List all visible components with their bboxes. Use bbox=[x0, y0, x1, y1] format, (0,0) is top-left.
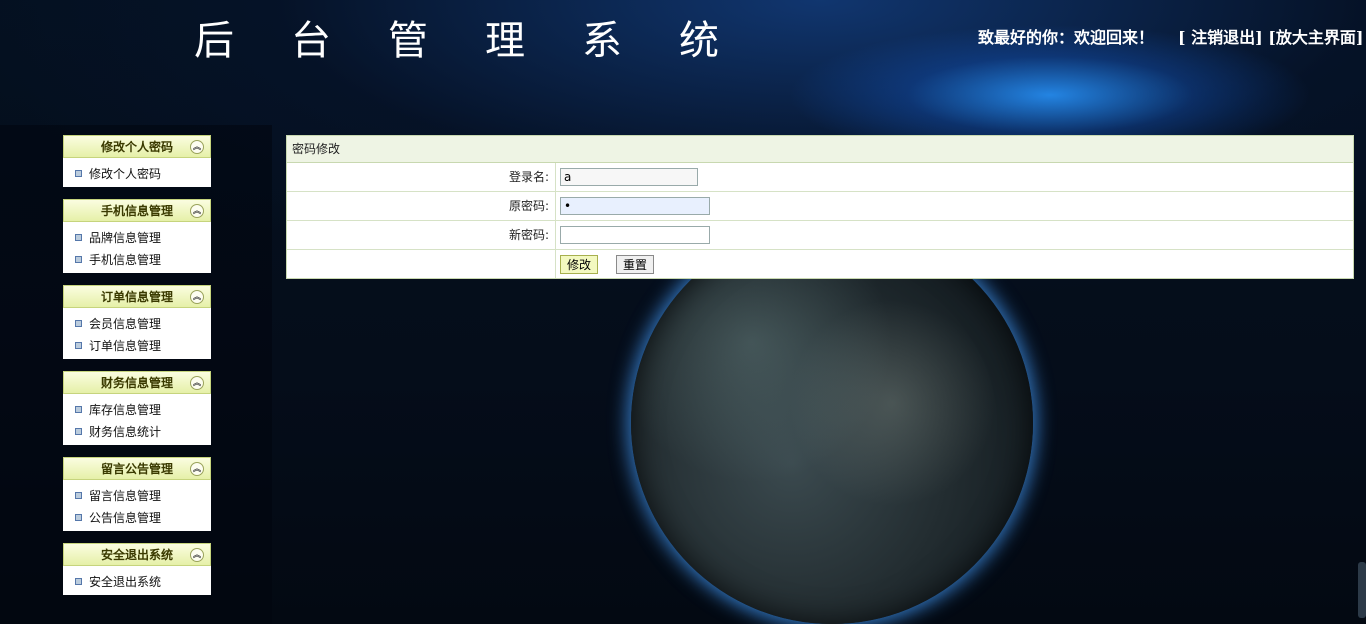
form-row-actions: 修改 重置 bbox=[287, 250, 1353, 278]
bullet-icon bbox=[75, 578, 82, 585]
new-password-input[interactable] bbox=[560, 226, 710, 244]
old-password-label: 原密码: bbox=[287, 192, 556, 220]
logout-link[interactable]: [ 注销退出] bbox=[1178, 28, 1263, 47]
menu-group-password: 修改个人密码 ︽ 修改个人密码 bbox=[63, 135, 211, 187]
sidebar-item-label: 会员信息管理 bbox=[89, 317, 162, 331]
sidebar-item-order[interactable]: 订单信息管理 bbox=[63, 335, 211, 357]
sidebar-menu: 修改个人密码 ︽ 修改个人密码 手机信息管理 ︽ 品牌信息管理 手机信息管理 订… bbox=[63, 135, 211, 607]
menu-group-title: 修改个人密码 bbox=[100, 140, 173, 154]
menu-group-exit: 安全退出系统 ︽ 安全退出系统 bbox=[63, 543, 211, 595]
bullet-icon bbox=[75, 234, 82, 241]
sidebar-item-change-password[interactable]: 修改个人密码 bbox=[63, 163, 211, 185]
scrollbar-thumb[interactable] bbox=[1358, 562, 1366, 618]
page-title: 后台管理系统 bbox=[194, 18, 776, 64]
sidebar-item-brand[interactable]: 品牌信息管理 bbox=[63, 227, 211, 249]
old-password-input[interactable] bbox=[560, 197, 710, 215]
menu-group-header[interactable]: 安全退出系统 ︽ bbox=[63, 543, 211, 566]
password-form-panel: 密码修改 登录名: 原密码: 新密码: 修改 重置 bbox=[286, 135, 1354, 279]
menu-group-title: 安全退出系统 bbox=[100, 548, 173, 562]
collapse-icon[interactable]: ︽ bbox=[190, 548, 204, 562]
panel-title: 密码修改 bbox=[287, 136, 1353, 163]
collapse-icon[interactable]: ︽ bbox=[190, 140, 204, 154]
sidebar-item-member[interactable]: 会员信息管理 bbox=[63, 313, 211, 335]
sidebar-item-finance-stats[interactable]: 财务信息统计 bbox=[63, 421, 211, 443]
header-links: [ 注销退出] [放大主界面] bbox=[1178, 24, 1363, 48]
form-row-username: 登录名: bbox=[287, 163, 1353, 192]
bullet-icon bbox=[75, 256, 82, 263]
menu-group-messages: 留言公告管理 ︽ 留言信息管理 公告信息管理 bbox=[63, 457, 211, 531]
sidebar-item-label: 修改个人密码 bbox=[89, 167, 162, 181]
bullet-icon bbox=[75, 170, 82, 177]
menu-group-title: 留言公告管理 bbox=[100, 462, 173, 476]
bullet-icon bbox=[75, 320, 82, 327]
collapse-icon[interactable]: ︽ bbox=[190, 462, 204, 476]
new-password-label: 新密码: bbox=[287, 221, 556, 249]
form-row-new-password: 新密码: bbox=[287, 221, 1353, 250]
planet-image bbox=[631, 222, 1033, 624]
menu-group-title: 财务信息管理 bbox=[100, 376, 173, 390]
sidebar-item-label: 手机信息管理 bbox=[89, 253, 162, 267]
bullet-icon bbox=[75, 406, 82, 413]
bullet-icon bbox=[75, 342, 82, 349]
sidebar-item-label: 留言信息管理 bbox=[89, 489, 162, 503]
sidebar-item-messages[interactable]: 留言信息管理 bbox=[63, 485, 211, 507]
welcome-message: 致最好的你：欢迎回来！ bbox=[978, 28, 1155, 47]
sidebar-item-label: 安全退出系统 bbox=[89, 575, 162, 589]
username-input[interactable] bbox=[560, 168, 698, 186]
enlarge-main-link[interactable]: [放大主界面] bbox=[1268, 28, 1363, 47]
sidebar-item-exit[interactable]: 安全退出系统 bbox=[63, 571, 211, 593]
menu-group-order: 订单信息管理 ︽ 会员信息管理 订单信息管理 bbox=[63, 285, 211, 359]
menu-group-header[interactable]: 财务信息管理 ︽ bbox=[63, 371, 211, 394]
reset-button[interactable]: 重置 bbox=[616, 254, 655, 274]
bullet-icon bbox=[75, 514, 82, 521]
collapse-icon[interactable]: ︽ bbox=[190, 290, 204, 304]
collapse-icon[interactable]: ︽ bbox=[190, 204, 204, 218]
sidebar-item-label: 财务信息统计 bbox=[89, 425, 162, 439]
form-row-old-password: 原密码: bbox=[287, 192, 1353, 221]
menu-group-header[interactable]: 留言公告管理 ︽ bbox=[63, 457, 211, 480]
actions-spacer bbox=[287, 250, 556, 278]
menu-group-finance: 财务信息管理 ︽ 库存信息管理 财务信息统计 bbox=[63, 371, 211, 445]
sidebar-item-notices[interactable]: 公告信息管理 bbox=[63, 507, 211, 529]
sidebar-item-phone[interactable]: 手机信息管理 bbox=[63, 249, 211, 271]
sidebar-item-label: 公告信息管理 bbox=[89, 511, 162, 525]
username-label: 登录名: bbox=[287, 163, 556, 191]
menu-group-header[interactable]: 手机信息管理 ︽ bbox=[63, 199, 211, 222]
menu-group-phone: 手机信息管理 ︽ 品牌信息管理 手机信息管理 bbox=[63, 199, 211, 273]
sidebar-item-inventory[interactable]: 库存信息管理 bbox=[63, 399, 211, 421]
sidebar-item-label: 品牌信息管理 bbox=[89, 231, 162, 245]
bullet-icon bbox=[75, 492, 82, 499]
bullet-icon bbox=[75, 428, 82, 435]
menu-group-title: 手机信息管理 bbox=[100, 204, 173, 218]
menu-group-header[interactable]: 订单信息管理 ︽ bbox=[63, 285, 211, 308]
menu-group-title: 订单信息管理 bbox=[100, 290, 173, 304]
submit-button[interactable]: 修改 bbox=[560, 254, 599, 274]
collapse-icon[interactable]: ︽ bbox=[190, 376, 204, 390]
menu-group-header[interactable]: 修改个人密码 ︽ bbox=[63, 135, 211, 158]
sidebar-item-label: 订单信息管理 bbox=[89, 339, 162, 353]
sidebar-item-label: 库存信息管理 bbox=[89, 403, 162, 417]
